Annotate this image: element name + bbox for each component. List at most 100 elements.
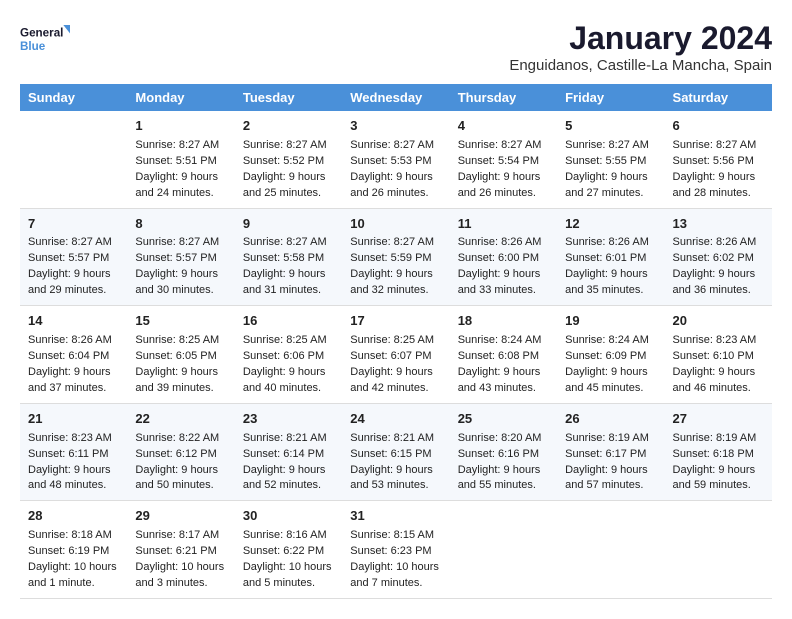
day-number: 30 (243, 507, 334, 526)
sunset-text: Sunset: 5:51 PM (135, 155, 216, 167)
day-number: 18 (458, 312, 549, 331)
day-number: 9 (243, 215, 334, 234)
sunset-text: Sunset: 5:53 PM (350, 155, 431, 167)
col-tuesday: Tuesday (235, 84, 342, 111)
calendar-cell: 3 Sunrise: 8:27 AM Sunset: 5:53 PM Dayli… (342, 111, 449, 208)
day-number: 1 (135, 117, 226, 136)
calendar-cell: 12 Sunrise: 8:26 AM Sunset: 6:01 PM Dayl… (557, 208, 664, 306)
calendar-cell: 6 Sunrise: 8:27 AM Sunset: 5:56 PM Dayli… (665, 111, 772, 208)
calendar-cell (665, 501, 772, 599)
calendar-cell: 27 Sunrise: 8:19 AM Sunset: 6:18 PM Dayl… (665, 403, 772, 501)
sunset-text: Sunset: 6:21 PM (135, 545, 216, 557)
sunrise-text: Sunrise: 8:17 AM (135, 529, 219, 541)
calendar-cell: 2 Sunrise: 8:27 AM Sunset: 5:52 PM Dayli… (235, 111, 342, 208)
daylight-text: Daylight: 9 hours and 35 minutes. (565, 268, 648, 296)
calendar-cell (20, 111, 127, 208)
sunset-text: Sunset: 6:14 PM (243, 448, 324, 460)
daylight-text: Daylight: 9 hours and 52 minutes. (243, 464, 326, 492)
day-number: 28 (28, 507, 119, 526)
daylight-text: Daylight: 9 hours and 50 minutes. (135, 464, 218, 492)
week-row-5: 28 Sunrise: 8:18 AM Sunset: 6:19 PM Dayl… (20, 501, 772, 599)
sunrise-text: Sunrise: 8:23 AM (28, 432, 112, 444)
daylight-text: Daylight: 9 hours and 40 minutes. (243, 366, 326, 394)
daylight-text: Daylight: 9 hours and 55 minutes. (458, 464, 541, 492)
sunrise-text: Sunrise: 8:27 AM (350, 139, 434, 151)
sunrise-text: Sunrise: 8:27 AM (135, 139, 219, 151)
calendar-cell: 31 Sunrise: 8:15 AM Sunset: 6:23 PM Dayl… (342, 501, 449, 599)
sunrise-text: Sunrise: 8:26 AM (458, 236, 542, 248)
sunrise-text: Sunrise: 8:21 AM (243, 432, 327, 444)
sunset-text: Sunset: 6:01 PM (565, 252, 646, 264)
col-thursday: Thursday (450, 84, 557, 111)
sunrise-text: Sunrise: 8:27 AM (458, 139, 542, 151)
sunset-text: Sunset: 6:23 PM (350, 545, 431, 557)
sunrise-text: Sunrise: 8:19 AM (673, 432, 757, 444)
logo-svg: General Blue (20, 20, 70, 60)
day-number: 10 (350, 215, 441, 234)
calendar-cell: 30 Sunrise: 8:16 AM Sunset: 6:22 PM Dayl… (235, 501, 342, 599)
sunrise-text: Sunrise: 8:25 AM (243, 334, 327, 346)
sunset-text: Sunset: 6:08 PM (458, 350, 539, 362)
daylight-text: Daylight: 9 hours and 31 minutes. (243, 268, 326, 296)
week-row-4: 21 Sunrise: 8:23 AM Sunset: 6:11 PM Dayl… (20, 403, 772, 501)
daylight-text: Daylight: 9 hours and 57 minutes. (565, 464, 648, 492)
day-number: 14 (28, 312, 119, 331)
calendar-table: Sunday Monday Tuesday Wednesday Thursday… (20, 84, 772, 599)
sunrise-text: Sunrise: 8:27 AM (135, 236, 219, 248)
sunrise-text: Sunrise: 8:27 AM (350, 236, 434, 248)
title-area: January 2024 Enguidanos, Castille-La Man… (509, 20, 772, 74)
sunrise-text: Sunrise: 8:23 AM (673, 334, 757, 346)
svg-text:General: General (20, 27, 63, 40)
sunrise-text: Sunrise: 8:27 AM (28, 236, 112, 248)
sunset-text: Sunset: 6:09 PM (565, 350, 646, 362)
day-number: 5 (565, 117, 656, 136)
calendar-cell: 14 Sunrise: 8:26 AM Sunset: 6:04 PM Dayl… (20, 306, 127, 404)
sunrise-text: Sunrise: 8:27 AM (673, 139, 757, 151)
sunset-text: Sunset: 5:52 PM (243, 155, 324, 167)
sunrise-text: Sunrise: 8:16 AM (243, 529, 327, 541)
day-number: 19 (565, 312, 656, 331)
calendar-cell: 18 Sunrise: 8:24 AM Sunset: 6:08 PM Dayl… (450, 306, 557, 404)
sunrise-text: Sunrise: 8:26 AM (673, 236, 757, 248)
day-number: 15 (135, 312, 226, 331)
calendar-cell: 22 Sunrise: 8:22 AM Sunset: 6:12 PM Dayl… (127, 403, 234, 501)
day-number: 21 (28, 410, 119, 429)
col-sunday: Sunday (20, 84, 127, 111)
calendar-cell: 19 Sunrise: 8:24 AM Sunset: 6:09 PM Dayl… (557, 306, 664, 404)
calendar-cell: 10 Sunrise: 8:27 AM Sunset: 5:59 PM Dayl… (342, 208, 449, 306)
day-number: 22 (135, 410, 226, 429)
sunset-text: Sunset: 6:11 PM (28, 448, 109, 460)
col-monday: Monday (127, 84, 234, 111)
sunset-text: Sunset: 6:16 PM (458, 448, 539, 460)
day-number: 7 (28, 215, 119, 234)
daylight-text: Daylight: 9 hours and 29 minutes. (28, 268, 111, 296)
daylight-text: Daylight: 9 hours and 32 minutes. (350, 268, 433, 296)
day-number: 26 (565, 410, 656, 429)
sunset-text: Sunset: 6:12 PM (135, 448, 216, 460)
daylight-text: Daylight: 9 hours and 43 minutes. (458, 366, 541, 394)
daylight-text: Daylight: 10 hours and 5 minutes. (243, 561, 332, 589)
day-number: 25 (458, 410, 549, 429)
sunrise-text: Sunrise: 8:27 AM (243, 236, 327, 248)
col-saturday: Saturday (665, 84, 772, 111)
day-number: 6 (673, 117, 764, 136)
calendar-cell: 16 Sunrise: 8:25 AM Sunset: 6:06 PM Dayl… (235, 306, 342, 404)
daylight-text: Daylight: 9 hours and 24 minutes. (135, 171, 218, 199)
sunset-text: Sunset: 6:18 PM (673, 448, 754, 460)
sunset-text: Sunset: 5:56 PM (673, 155, 754, 167)
sunset-text: Sunset: 6:02 PM (673, 252, 754, 264)
sunset-text: Sunset: 5:59 PM (350, 252, 431, 264)
day-number: 8 (135, 215, 226, 234)
sunset-text: Sunset: 5:57 PM (28, 252, 109, 264)
day-number: 29 (135, 507, 226, 526)
svg-text:Blue: Blue (20, 40, 46, 53)
sunset-text: Sunset: 6:17 PM (565, 448, 646, 460)
calendar-cell (557, 501, 664, 599)
day-number: 3 (350, 117, 441, 136)
daylight-text: Daylight: 9 hours and 33 minutes. (458, 268, 541, 296)
calendar-cell: 17 Sunrise: 8:25 AM Sunset: 6:07 PM Dayl… (342, 306, 449, 404)
sunset-text: Sunset: 6:00 PM (458, 252, 539, 264)
sunrise-text: Sunrise: 8:25 AM (350, 334, 434, 346)
daylight-text: Daylight: 9 hours and 28 minutes. (673, 171, 756, 199)
sunset-text: Sunset: 6:04 PM (28, 350, 109, 362)
